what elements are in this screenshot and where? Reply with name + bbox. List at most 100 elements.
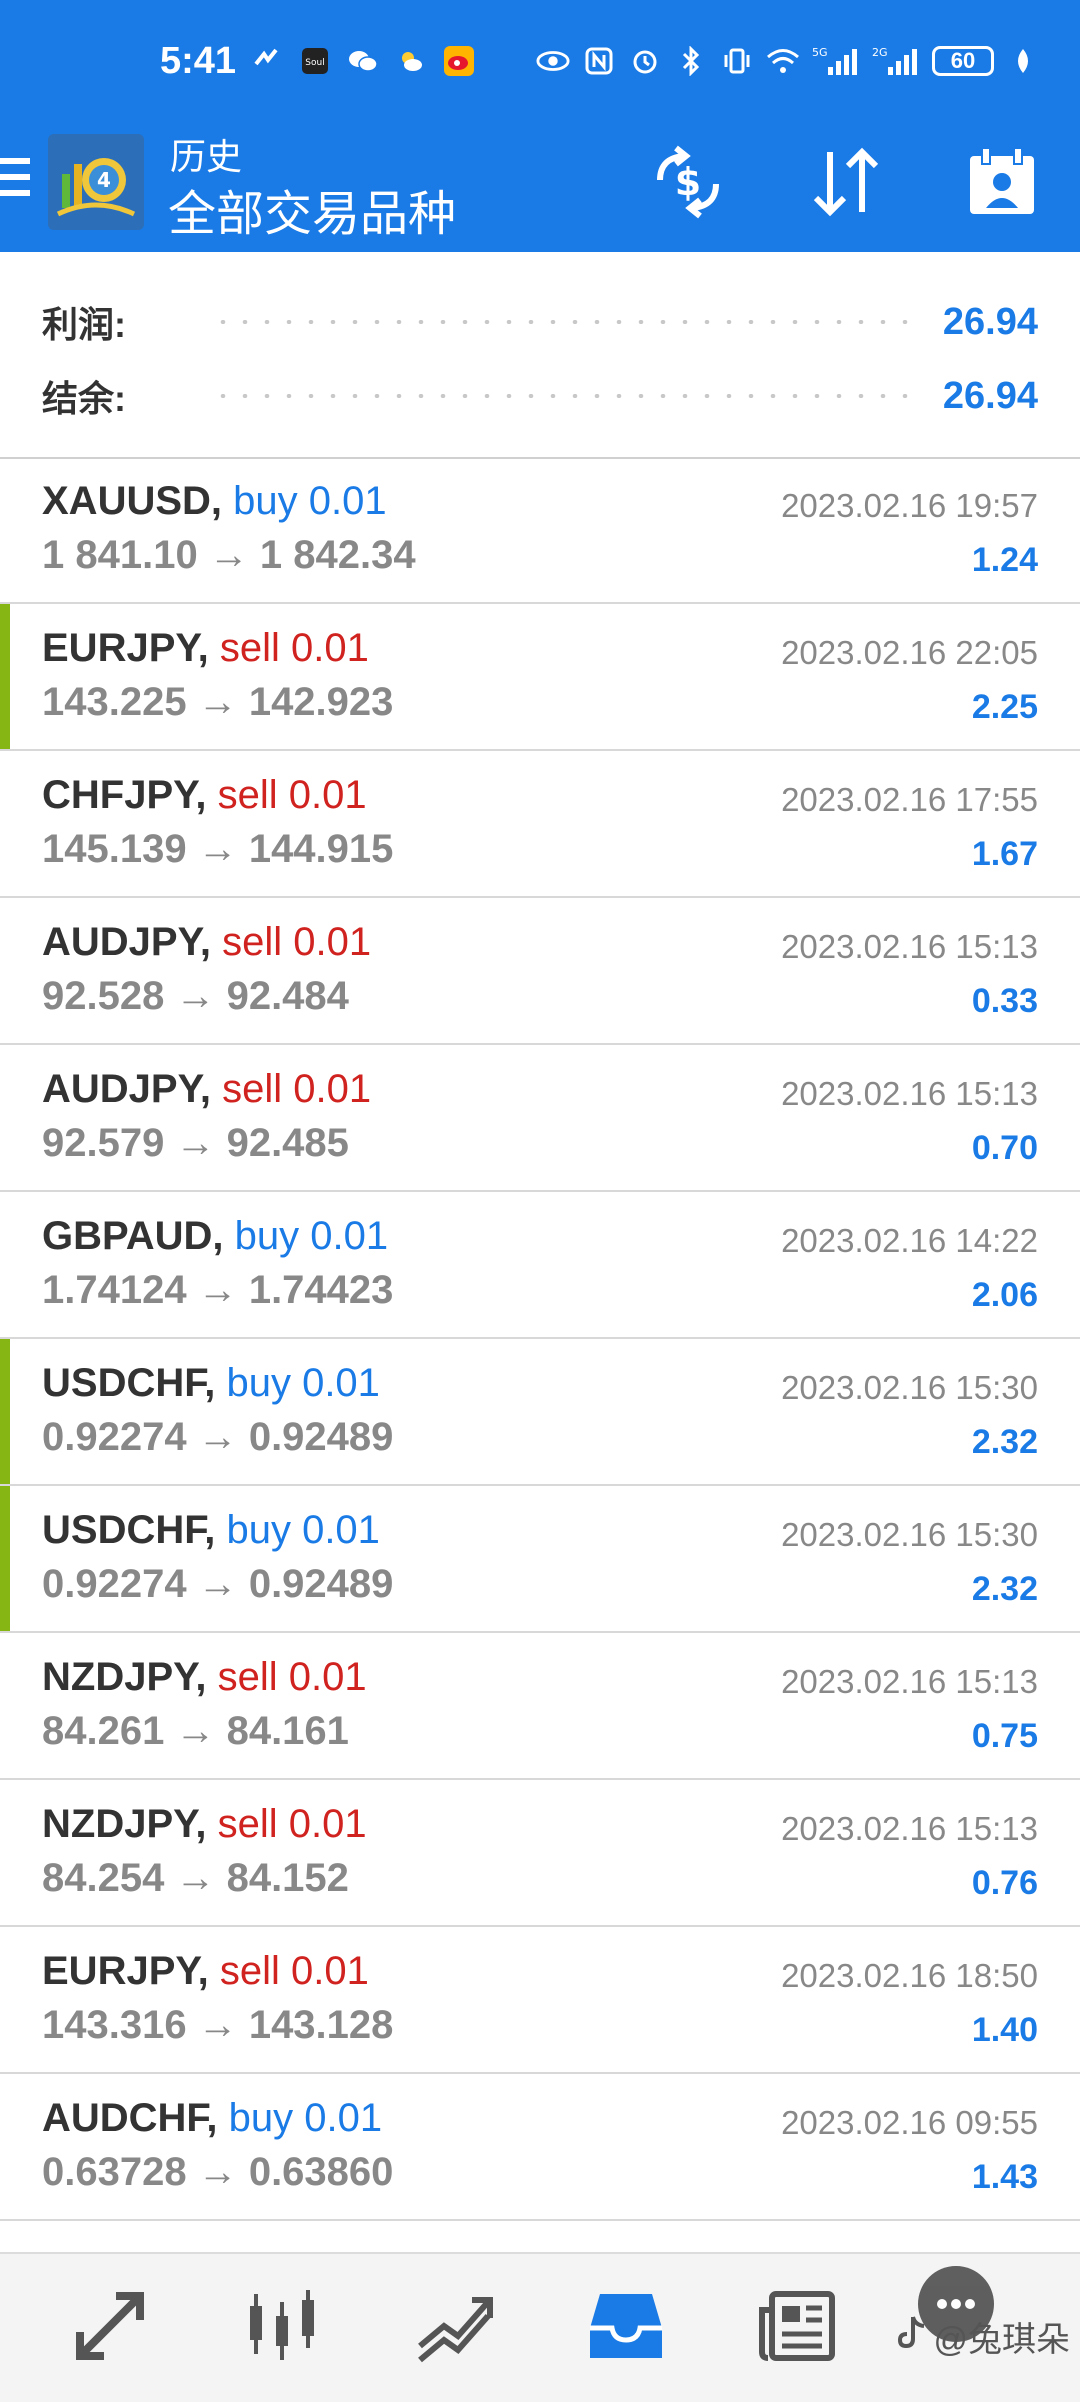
menu-icon[interactable]	[0, 158, 30, 208]
trade-profit: 0.33	[971, 982, 1038, 1020]
trade-symbol: GBPAUD, buy 0.01	[42, 1214, 388, 1259]
balance-label: 结余:	[42, 378, 126, 419]
trade-symbol: USDCHF, buy 0.01	[42, 1508, 380, 1553]
trade-row[interactable]: GBPAUD, buy 0.01 1.74124 → 1.74423 2023.02…	[0, 1192, 1080, 1339]
trade-side: buy 0.01	[226, 1508, 380, 1552]
signal-5g-icon: 5G	[812, 44, 860, 78]
trade-symbol: AUDCHF, buy 0.01	[42, 2096, 382, 2141]
vibrate-icon	[720, 44, 754, 78]
summary-panel: 利润: 26.94 结余: 26.94	[0, 252, 1080, 459]
trade-profit: 0.75	[971, 1717, 1038, 1755]
trade-side: buy 0.01	[228, 2096, 383, 2140]
profit-value: 26.94	[942, 300, 1038, 343]
trade-side: sell 0.01	[222, 920, 372, 964]
watermark-text: @兔琪朵	[933, 2321, 1070, 2359]
trade-date: 2023.02.16 09:55	[781, 2104, 1038, 2141]
wifi-icon	[766, 44, 800, 78]
trade-row[interactable]: AUDJPY, sell 0.01 92.579 → 92.485 2023.02.…	[0, 1045, 1080, 1192]
trade-date: 2023.02.16 18:50	[781, 1957, 1038, 1994]
trade-profit: 1.43	[971, 2158, 1038, 2196]
trade-date: 2023.02.16 19:57	[781, 487, 1038, 524]
trade-date: 2023.02.16 15:30	[781, 1369, 1038, 1406]
status-time: 5:41	[160, 40, 237, 82]
leaf-icon	[1006, 44, 1040, 78]
history-icon[interactable]	[584, 2284, 668, 2368]
trade-symbol: AUDJPY, sell 0.01	[42, 1067, 371, 1112]
news-icon[interactable]	[756, 2284, 840, 2368]
trade-row[interactable]: USDCHF, buy 0.01 0.92274 → 0.92489 2023.02…	[0, 1486, 1080, 1633]
calendar-icon[interactable]	[962, 142, 1042, 222]
app-notification-icon	[250, 44, 284, 78]
signal-2g-icon: 2G	[872, 44, 920, 78]
trade-symbol: NZDJPY, sell 0.01	[42, 1655, 367, 1700]
symbol-name: AUDCHF,	[42, 2096, 218, 2140]
trade-row[interactable]: USDCHF, buy 0.01 0.92274 → 0.92489 2023.02…	[0, 1339, 1080, 1486]
trade-date: 2023.02.16 17:55	[781, 781, 1038, 818]
trade-side: buy 0.01	[234, 1214, 389, 1258]
svg-text:$: $	[675, 160, 701, 204]
page-title: 历史	[170, 136, 243, 177]
app-bar: 4 历史 全部交易品种 $	[0, 118, 1080, 252]
symbol-name: AUDJPY,	[42, 1067, 211, 1111]
trade-row[interactable]: AUDJPY, sell 0.01 92.528 → 92.484 2023.02.…	[0, 898, 1080, 1045]
trade-prices: 84.261 → 84.161	[42, 1709, 349, 1753]
bluetooth-icon	[674, 44, 708, 78]
trade-profit: 2.32	[971, 1423, 1038, 1461]
trade-profit: 1.67	[971, 835, 1038, 873]
trade-profit: 2.32	[971, 1570, 1038, 1608]
trade-row[interactable]: AUDCHF, buy 0.01 0.63728 → 0.63860 2023.02…	[0, 2074, 1080, 2221]
trade-prices: 1 841.10 → 1 842.34	[42, 533, 416, 577]
currency-exchange-icon[interactable]: $	[648, 142, 728, 222]
trade-side: buy 0.01	[226, 1361, 380, 1405]
app-logo-icon[interactable]: 4	[48, 134, 144, 230]
tiktok-logo-icon	[897, 2315, 927, 2358]
trade-prices: 92.579 → 92.485	[42, 1121, 349, 1165]
trade-row[interactable]: NZDJPY, sell 0.01 84.261 → 84.161 2023.02.…	[0, 1633, 1080, 1780]
trade-date: 2023.02.16 15:13	[781, 1810, 1038, 1847]
trade-symbol: EURJPY, sell 0.01	[42, 1949, 369, 1994]
trade-side: sell 0.01	[217, 1802, 367, 1846]
position-marker-bar	[0, 1339, 10, 1484]
trade-side: sell 0.01	[217, 773, 367, 817]
status-bar: 5:41 Soul 5G 2G 60	[0, 0, 1080, 118]
bottom-nav: @兔琪朵	[0, 2252, 1080, 2402]
system-icons: 5G 2G 60	[536, 44, 1040, 78]
trade-row[interactable]: NZDJPY, sell 0.01 84.254 → 84.152 2023.02.…	[0, 1780, 1080, 1927]
symbol-name: GBPAUD,	[42, 1214, 224, 1258]
dotted-leader	[212, 320, 923, 324]
trade-prices: 92.528 → 92.484	[42, 974, 349, 1018]
trade-prices: 145.139 → 144.915	[42, 827, 394, 871]
trade-symbol: NZDJPY, sell 0.01	[42, 1802, 367, 1847]
trade-row[interactable]: EURJPY, sell 0.01 143.225 → 142.923 2023.0…	[0, 604, 1080, 751]
trade-profit: 0.70	[971, 1129, 1038, 1167]
symbol-name: EURJPY,	[42, 626, 209, 670]
alarm-icon	[628, 44, 662, 78]
trade-row[interactable]: EURJPY, sell 0.01 143.316 → 143.128 2023.0…	[0, 1927, 1080, 2074]
trade-side: sell 0.01	[217, 1655, 367, 1699]
notification-icons: Soul	[250, 44, 476, 78]
quotes-icon[interactable]	[68, 2284, 152, 2368]
trade-prices: 0.63728 → 0.63860	[42, 2150, 394, 2194]
symbol-filter[interactable]: 全部交易品种	[168, 174, 456, 244]
trade-prices: 0.92274 → 0.92489	[42, 1415, 394, 1459]
trade-side: sell 0.01	[222, 1067, 372, 1111]
balance-row: 结余: 26.94	[42, 366, 1038, 426]
trade-row[interactable]: CHFJPY, sell 0.01 145.139 → 144.915 2023.0…	[0, 751, 1080, 898]
trade-prices: 0.92274 → 0.92489	[42, 1562, 394, 1606]
trade-profit: 1.24	[971, 541, 1038, 579]
trade-row[interactable]: XAUUSD, buy 0.01 1 841.10 → 1 842.34 2023.…	[0, 457, 1080, 604]
trade-profit: 0.76	[971, 1864, 1038, 1902]
trade-profit: 2.25	[971, 688, 1038, 726]
chart-icon[interactable]	[240, 2284, 324, 2368]
soul-app-icon: Soul	[298, 44, 332, 78]
trade-icon[interactable]	[412, 2284, 496, 2368]
trade-date: 2023.02.16 15:13	[781, 1663, 1038, 1700]
trade-history-list: XAUUSD, buy 0.01 1 841.10 → 1 842.34 2023.…	[0, 457, 1080, 2221]
trade-symbol: XAUUSD, buy 0.01	[42, 479, 387, 524]
symbol-name: XAUUSD,	[42, 479, 223, 523]
trade-prices: 143.316 → 143.128	[42, 2003, 394, 2047]
sort-icon[interactable]	[806, 142, 886, 222]
trade-date: 2023.02.16 15:13	[781, 1075, 1038, 1112]
svg-text:Soul: Soul	[305, 58, 324, 68]
profit-row: 利润: 26.94	[42, 292, 1038, 352]
